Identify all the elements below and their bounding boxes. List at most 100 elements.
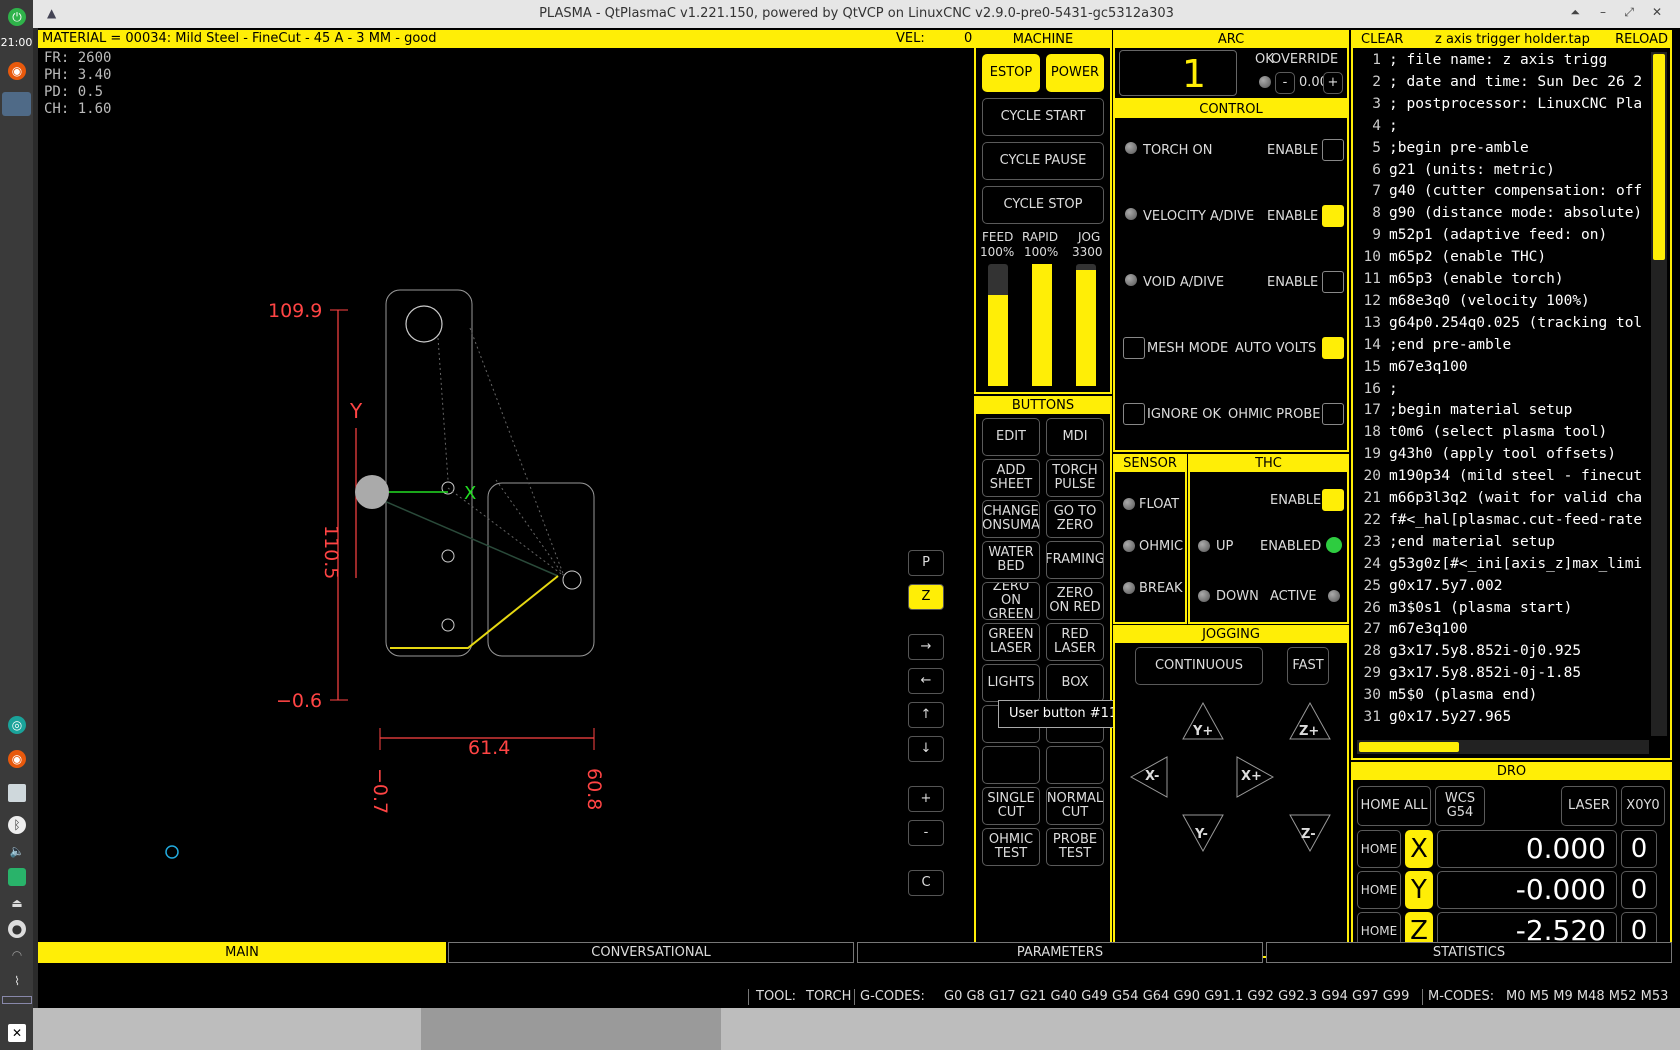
- gcode-line[interactable]: 15 m67e3q100: [1353, 359, 1468, 380]
- tab-statistics[interactable]: STATISTICS: [1266, 942, 1672, 963]
- gcode-line[interactable]: 4;: [1353, 118, 1397, 139]
- feed-slider[interactable]: [988, 264, 1008, 386]
- gcode-line[interactable]: 9 m52p1 (adaptive feed: on): [1353, 227, 1607, 248]
- water-bed-button[interactable]: WATER BED: [982, 541, 1040, 579]
- laser-button[interactable]: LASER: [1561, 786, 1617, 826]
- ohmic-probe-checkbox[interactable]: [1322, 403, 1344, 425]
- settings-icon[interactable]: ●: [8, 920, 26, 938]
- minimize-icon[interactable]: –: [1600, 5, 1606, 19]
- probe-test-button[interactable]: PROBE TEST: [1046, 828, 1104, 866]
- gcode-line[interactable]: 26 m3$0s1 (plasma start): [1353, 600, 1573, 621]
- home-x-button[interactable]: HOME: [1357, 830, 1401, 868]
- close-icon[interactable]: ✕: [1652, 5, 1662, 19]
- gcode-line[interactable]: 6 g21 (units: metric): [1353, 162, 1555, 183]
- gcode-line[interactable]: 21 m66p3l3q2 (wait for valid cha: [1353, 490, 1643, 511]
- lights-button[interactable]: LIGHTS: [982, 664, 1040, 702]
- pan-down-button[interactable]: ↓: [908, 736, 944, 762]
- gcode-line[interactable]: 8 g90 (distance mode: absolute): [1353, 205, 1642, 226]
- ohmic-test-button[interactable]: OHMIC TEST: [982, 828, 1040, 866]
- estop-button[interactable]: ESTOP: [982, 54, 1040, 92]
- clip-icon[interactable]: ⌇: [8, 972, 26, 990]
- axis-x-offset-button[interactable]: 0: [1621, 830, 1657, 868]
- files-icon[interactable]: [8, 784, 26, 802]
- gcode-hscrollbar[interactable]: [1357, 740, 1649, 754]
- clear-preview-button[interactable]: C: [908, 870, 944, 896]
- pan-left-button[interactable]: ←: [908, 668, 944, 694]
- firefox-icon[interactable]: ◉: [8, 62, 26, 80]
- cycle-stop-button[interactable]: CYCLE STOP: [982, 186, 1104, 224]
- gcode-line[interactable]: 16;: [1353, 381, 1398, 402]
- volume-icon[interactable]: 🔈: [8, 842, 26, 860]
- framing-button[interactable]: FRAMING: [1046, 541, 1104, 579]
- rapid-slider[interactable]: [1032, 264, 1052, 386]
- override-plus-button[interactable]: +: [1323, 72, 1343, 94]
- gcode-line[interactable]: 30 m5$0 (plasma end): [1353, 687, 1538, 708]
- wcs-button[interactable]: WCS G54: [1435, 786, 1485, 826]
- bluetooth-icon[interactable]: ᛒ: [8, 816, 26, 834]
- gcode-line[interactable]: 12 m68e3q0 (velocity 100%): [1353, 293, 1590, 314]
- keep-above-icon[interactable]: ⏶: [1570, 5, 1580, 20]
- clear-button[interactable]: CLEAR: [1361, 32, 1403, 48]
- single-cut-button[interactable]: SINGLE CUT: [982, 787, 1040, 825]
- go-to-zero-button[interactable]: GO TO ZERO: [1046, 500, 1104, 538]
- mesh-mode-checkbox[interactable]: [1123, 337, 1145, 359]
- x0y0-button[interactable]: X0Y0: [1621, 786, 1665, 826]
- override-minus-button[interactable]: -: [1275, 72, 1295, 94]
- red-laser-button[interactable]: RED LASER: [1046, 623, 1104, 661]
- zoom-in-button[interactable]: +: [908, 786, 944, 812]
- gcode-line[interactable]: 13 g64p0.254q0.025 (tracking tol: [1353, 315, 1643, 336]
- continuous-jog-button[interactable]: CONTINUOUS: [1135, 647, 1263, 685]
- gcode-list[interactable]: 1 ; file name: z axis trigg 2 ; date and ti…: [1353, 52, 1649, 732]
- green-laser-button[interactable]: GREEN LASER: [982, 623, 1040, 661]
- user-17-button[interactable]: [982, 746, 1040, 784]
- plasma-app-icon[interactable]: [2, 92, 31, 116]
- ignore-ok-checkbox[interactable]: [1123, 403, 1145, 425]
- gcode-line[interactable]: 1 ; file name: z axis trigg: [1353, 52, 1607, 73]
- gcode-line[interactable]: 27 m67e3q100: [1353, 621, 1468, 642]
- power-button[interactable]: POWER: [1046, 54, 1104, 92]
- torch-enable-checkbox[interactable]: [1322, 139, 1344, 161]
- browser-icon[interactable]: ◉: [8, 750, 26, 768]
- home-y-button[interactable]: HOME: [1357, 871, 1401, 909]
- auto-volts-checkbox[interactable]: [1322, 337, 1344, 359]
- gcode-vscroll-thumb[interactable]: [1653, 54, 1665, 260]
- zero-on-red-button[interactable]: ZERO ON RED: [1046, 582, 1104, 620]
- jog-slider[interactable]: [1076, 264, 1096, 386]
- gcode-preview[interactable]: FR: 2600 PH: 3.40 PD: 0.5 CH: 1.60 109.9…: [38, 48, 928, 958]
- home-all-button[interactable]: HOME ALL: [1357, 786, 1431, 826]
- pan-right-button[interactable]: →: [908, 634, 944, 660]
- gcode-line[interactable]: 5 ;begin pre-amble: [1353, 140, 1528, 161]
- view-z-button[interactable]: Z: [908, 584, 944, 610]
- gcode-line[interactable]: 23 ;end material setup: [1353, 534, 1555, 555]
- cycle-start-button[interactable]: CYCLE START: [982, 98, 1104, 136]
- workspace-switcher[interactable]: [2, 996, 32, 1004]
- gcode-line[interactable]: 14 ;end pre-amble: [1353, 337, 1512, 358]
- zoom-out-button[interactable]: -: [908, 820, 944, 846]
- gcode-line[interactable]: 3 ; postprocessor: LinuxCNC Pla: [1353, 96, 1642, 117]
- view-p-button[interactable]: P: [908, 550, 944, 576]
- torch-pulse-button[interactable]: TORCH PULSE: [1046, 459, 1104, 497]
- gcode-line[interactable]: 22 f#<_hal[plasmac.cut-feed-rate: [1353, 512, 1643, 533]
- box-button[interactable]: BOX: [1046, 664, 1104, 702]
- zero-on-green-button[interactable]: ZERO ON GREEN: [982, 582, 1040, 620]
- gcode-vscrollbar[interactable]: [1651, 52, 1667, 736]
- camera-icon[interactable]: ◎: [8, 716, 26, 734]
- add-sheet-button[interactable]: ADD SHEET: [982, 459, 1040, 497]
- fast-jog-button[interactable]: FAST: [1287, 647, 1329, 685]
- maximize-icon[interactable]: ⤢: [1624, 5, 1634, 20]
- tab-conversational[interactable]: CONVERSATIONAL: [448, 942, 854, 963]
- gcode-line[interactable]: 29 g3x17.5y8.852i-0j-1.85: [1353, 665, 1582, 686]
- gcode-line[interactable]: 7 g40 (cutter compensation: off: [1353, 183, 1642, 204]
- edit-button[interactable]: EDIT: [982, 418, 1040, 456]
- wifi-icon[interactable]: ◠: [8, 946, 26, 964]
- tab-main[interactable]: MAIN: [38, 942, 446, 963]
- gcode-hscroll-thumb[interactable]: [1359, 742, 1459, 752]
- velocity-enable-checkbox[interactable]: [1322, 205, 1344, 227]
- change-consumable-button[interactable]: CHANGE CONSUMAB: [982, 500, 1040, 538]
- reload-button[interactable]: RELOAD: [1615, 32, 1668, 48]
- gcode-line[interactable]: 10 m65p2 (enable THC): [1353, 249, 1547, 270]
- user-18-button[interactable]: [1046, 746, 1104, 784]
- gcode-line[interactable]: 25 g0x17.5y7.002: [1353, 578, 1503, 599]
- package-icon[interactable]: [8, 868, 26, 886]
- x-logo-icon[interactable]: ✕: [8, 1024, 26, 1042]
